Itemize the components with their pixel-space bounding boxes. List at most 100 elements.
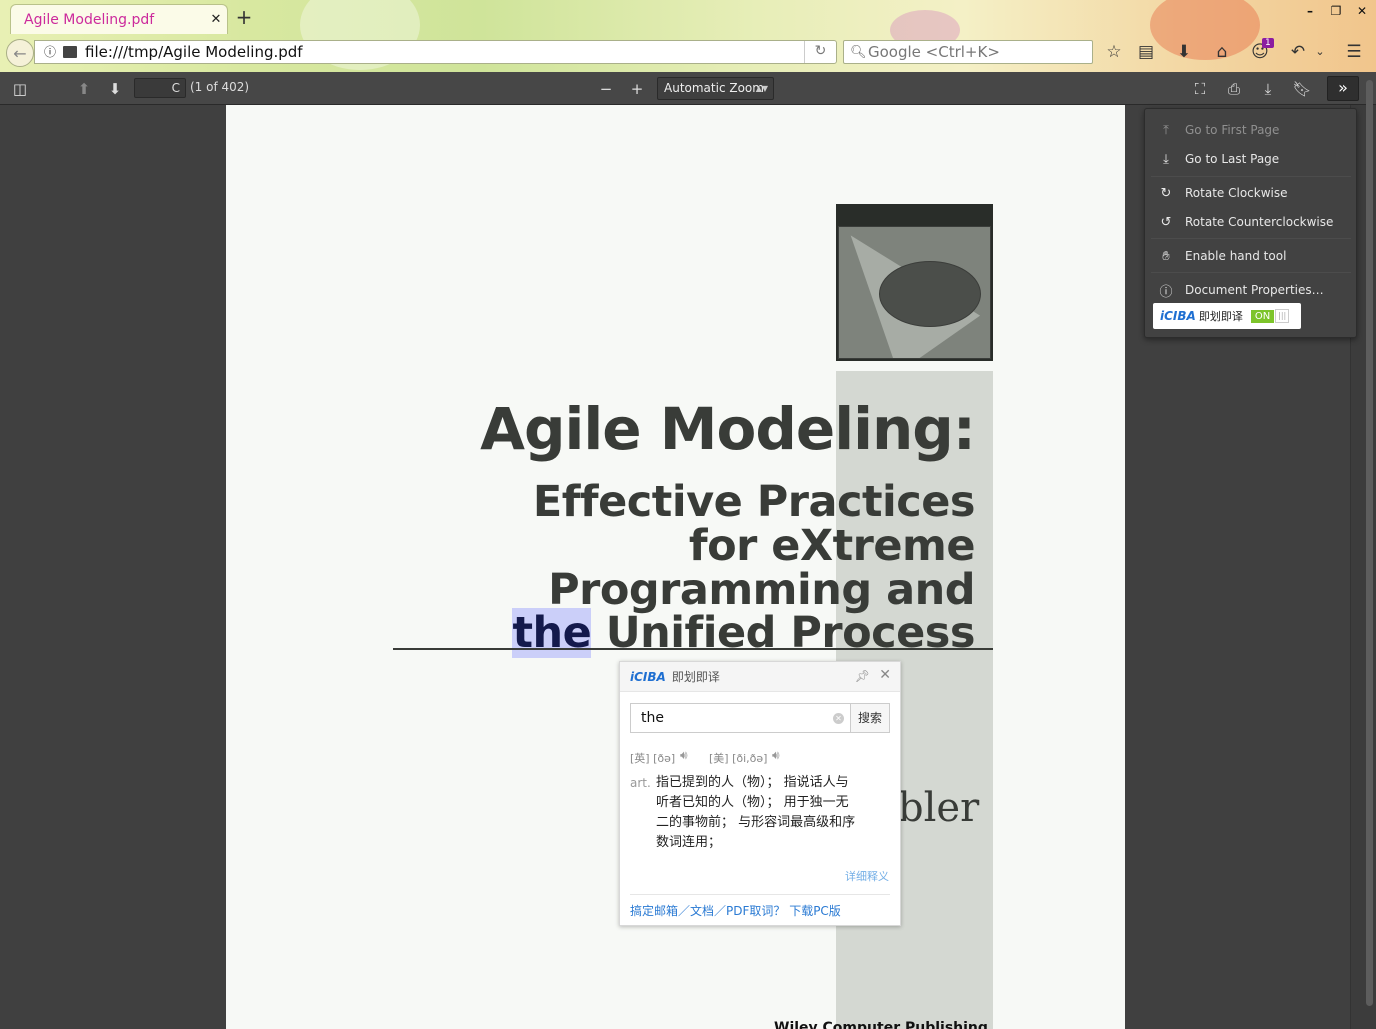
scrollbar-thumb[interactable] bbox=[1366, 80, 1373, 1006]
menu-item-label: Document Properties… bbox=[1185, 283, 1324, 297]
download-icon[interactable]: ⤓ bbox=[1258, 79, 1278, 99]
browser-chrome: Agile Modeling.pdf ✕ + – ❐ ✕ ← ⓘ file://… bbox=[0, 0, 1376, 72]
reload-icon[interactable]: ↻ bbox=[804, 41, 836, 63]
browser-tab[interactable]: Agile Modeling.pdf ✕ bbox=[10, 4, 228, 34]
definition-text: 指已提到的人（物）； 指说话人与听者已知的人（物）； 用于独一无二的事物前； 与… bbox=[656, 775, 856, 850]
menu-item-label: Enable hand tool bbox=[1185, 249, 1287, 263]
iciba-logo: iCIBA bbox=[1160, 309, 1196, 323]
pin-icon[interactable]: 📌︎ bbox=[855, 669, 870, 683]
subtitle-rest: Unified Process bbox=[591, 608, 976, 658]
selected-word-highlight[interactable]: the bbox=[512, 608, 592, 658]
menu-item-label: Rotate Clockwise bbox=[1185, 186, 1288, 200]
page-count: (1 of 402) bbox=[190, 80, 250, 94]
speaker-icon[interactable]: 🔊︎ bbox=[680, 748, 688, 763]
first-page-icon: ⤒ bbox=[1163, 122, 1169, 138]
zoom-in-icon[interactable]: + bbox=[627, 79, 647, 99]
speaker-icon[interactable]: 🔊︎ bbox=[772, 748, 780, 763]
book-subtitle-line-1: Effective Practices bbox=[532, 477, 976, 527]
toggle-state: ON bbox=[1250, 309, 1275, 323]
next-page-icon[interactable]: ⬇ bbox=[105, 79, 125, 99]
url-bar[interactable]: ⓘ file:///tmp/Agile Modeling.pdf ↻ bbox=[34, 40, 837, 64]
page-icon bbox=[63, 46, 77, 58]
rotate-cw-icon: ↻ bbox=[1160, 185, 1172, 201]
sidebar-toggle-icon[interactable]: ◫ bbox=[10, 79, 30, 99]
iciba-name: 即划即译 bbox=[1198, 310, 1243, 323]
undo-icon[interactable]: ↶ bbox=[1288, 42, 1308, 62]
dictionary-popup: iCIBA 即划即译 📌︎ ✕ the ✕ 搜索 [英] [ðə] 🔊︎ [美]… bbox=[619, 661, 901, 926]
detailed-definition-link[interactable]: 详细释义 bbox=[845, 868, 889, 884]
secondary-toolbar-menu: ⤒ Go to First Page ⤓ Go to Last Page ↻ R… bbox=[1144, 108, 1357, 338]
presentation-mode-icon[interactable]: ⛶ bbox=[1190, 79, 1210, 99]
back-arrow-icon: ← bbox=[13, 43, 27, 63]
menu-item-first-page[interactable]: ⤒ Go to First Page bbox=[1151, 117, 1351, 143]
clear-input-icon[interactable]: ✕ bbox=[833, 713, 844, 724]
home-icon[interactable]: ⌂ bbox=[1212, 42, 1232, 62]
url-text[interactable]: file:///tmp/Agile Modeling.pdf bbox=[85, 43, 804, 61]
new-tab-icon[interactable]: + bbox=[234, 7, 254, 28]
site-info-icon[interactable]: ⓘ bbox=[41, 43, 59, 61]
close-icon[interactable]: ✕ bbox=[879, 667, 891, 683]
bookmark-icon[interactable]: 🔖︎ bbox=[1292, 79, 1312, 99]
tools-menu-button[interactable]: » bbox=[1327, 76, 1359, 101]
previous-page-icon[interactable]: ⬆ bbox=[74, 79, 94, 99]
theme-decoration bbox=[1150, 0, 1260, 60]
word-input[interactable]: the ✕ bbox=[631, 704, 850, 732]
book-subtitle-line-4: the Unified Process bbox=[512, 608, 975, 658]
part-of-speech: art. bbox=[630, 776, 651, 790]
menu-item-label: Go to First Page bbox=[1185, 123, 1280, 137]
search-button[interactable]: 搜索 bbox=[850, 704, 889, 732]
publisher-name: Wiley Computer Publishing bbox=[774, 1020, 988, 1029]
print-icon[interactable]: ⎙ bbox=[1224, 79, 1244, 99]
back-button[interactable]: ← bbox=[6, 39, 34, 67]
zoom-select[interactable]: Automatic Zoom ▲▼ bbox=[657, 77, 774, 100]
zoom-value: Automatic Zoom bbox=[664, 81, 764, 95]
menu-item-document-properties[interactable]: ⓘ Document Properties… bbox=[1151, 277, 1351, 303]
downloads-icon[interactable]: ⬇ bbox=[1174, 42, 1194, 62]
popup-search-box: the ✕ 搜索 bbox=[630, 703, 890, 733]
notification-badge: 1 bbox=[1262, 38, 1274, 48]
menu-item-hand-tool[interactable]: ✋︎ Enable hand tool bbox=[1151, 243, 1351, 269]
close-window-icon[interactable]: ✕ bbox=[1354, 4, 1370, 18]
word-input-value: the bbox=[641, 710, 664, 726]
minimize-icon[interactable]: – bbox=[1302, 4, 1318, 18]
spotlight-disc bbox=[879, 261, 981, 327]
us-phonetic: [美] [ði,ðə] bbox=[709, 752, 768, 765]
rotate-ccw-icon: ↺ bbox=[1160, 214, 1172, 230]
menu-item-label: Go to Last Page bbox=[1185, 152, 1280, 166]
info-icon: ⓘ bbox=[1159, 284, 1173, 300]
last-page-icon: ⤓ bbox=[1163, 151, 1169, 167]
search-placeholder: Google <Ctrl+K> bbox=[868, 43, 1000, 61]
search-bar[interactable]: 🔍︎ Google <Ctrl+K> bbox=[843, 40, 1093, 64]
menu-separator bbox=[1151, 272, 1351, 273]
menu-item-label: Rotate Counterclockwise bbox=[1185, 215, 1334, 229]
cover-illustration bbox=[838, 226, 991, 359]
popup-footer-link[interactable]: 搞定邮箱／文档／PDF取词？ 下载PC版 bbox=[630, 894, 890, 919]
bookmark-star-icon[interactable]: ☆ bbox=[1104, 42, 1124, 62]
popup-logo: iCIBA bbox=[630, 669, 666, 684]
iciba-toggle[interactable]: iCIBA 即划即译 ON ||| bbox=[1153, 303, 1301, 329]
author-name-fragment: bler bbox=[898, 785, 980, 831]
hand-icon: ✋︎ bbox=[1162, 248, 1170, 264]
menu-item-last-page[interactable]: ⤓ Go to Last Page bbox=[1151, 146, 1351, 172]
menu-separator bbox=[1151, 238, 1351, 239]
menu-item-rotate-ccw[interactable]: ↺ Rotate Counterclockwise bbox=[1151, 209, 1351, 235]
search-icon: 🔍︎ bbox=[850, 44, 867, 60]
restore-icon[interactable]: ❐ bbox=[1328, 4, 1344, 18]
page-number-input[interactable]: C bbox=[134, 78, 186, 98]
zoom-out-icon[interactable]: − bbox=[596, 79, 616, 99]
menu-item-rotate-cw[interactable]: ↻ Rotate Clockwise bbox=[1151, 180, 1351, 206]
close-tab-icon[interactable]: ✕ bbox=[205, 12, 227, 27]
chevron-down-icon[interactable]: ⌄ bbox=[1310, 42, 1330, 62]
popup-title: 即划即译 bbox=[671, 670, 720, 684]
reading-list-icon[interactable]: ▤ bbox=[1136, 42, 1156, 62]
double-chevron-right-icon: » bbox=[1338, 78, 1348, 97]
hamburger-menu-icon[interactable]: ☰ bbox=[1344, 42, 1364, 62]
popup-header: iCIBA 即划即译 📌︎ ✕ bbox=[620, 662, 900, 692]
toggle-grip-icon: ||| bbox=[1275, 309, 1290, 323]
book-title: Agile Modeling: bbox=[480, 395, 976, 463]
menu-separator bbox=[1151, 176, 1351, 177]
tab-title: Agile Modeling.pdf bbox=[24, 11, 155, 28]
uk-phonetic: [英] [ðə] bbox=[630, 752, 676, 765]
select-arrows-icon: ▲▼ bbox=[755, 84, 768, 93]
book-subtitle-line-2: for eXtreme bbox=[688, 521, 976, 571]
